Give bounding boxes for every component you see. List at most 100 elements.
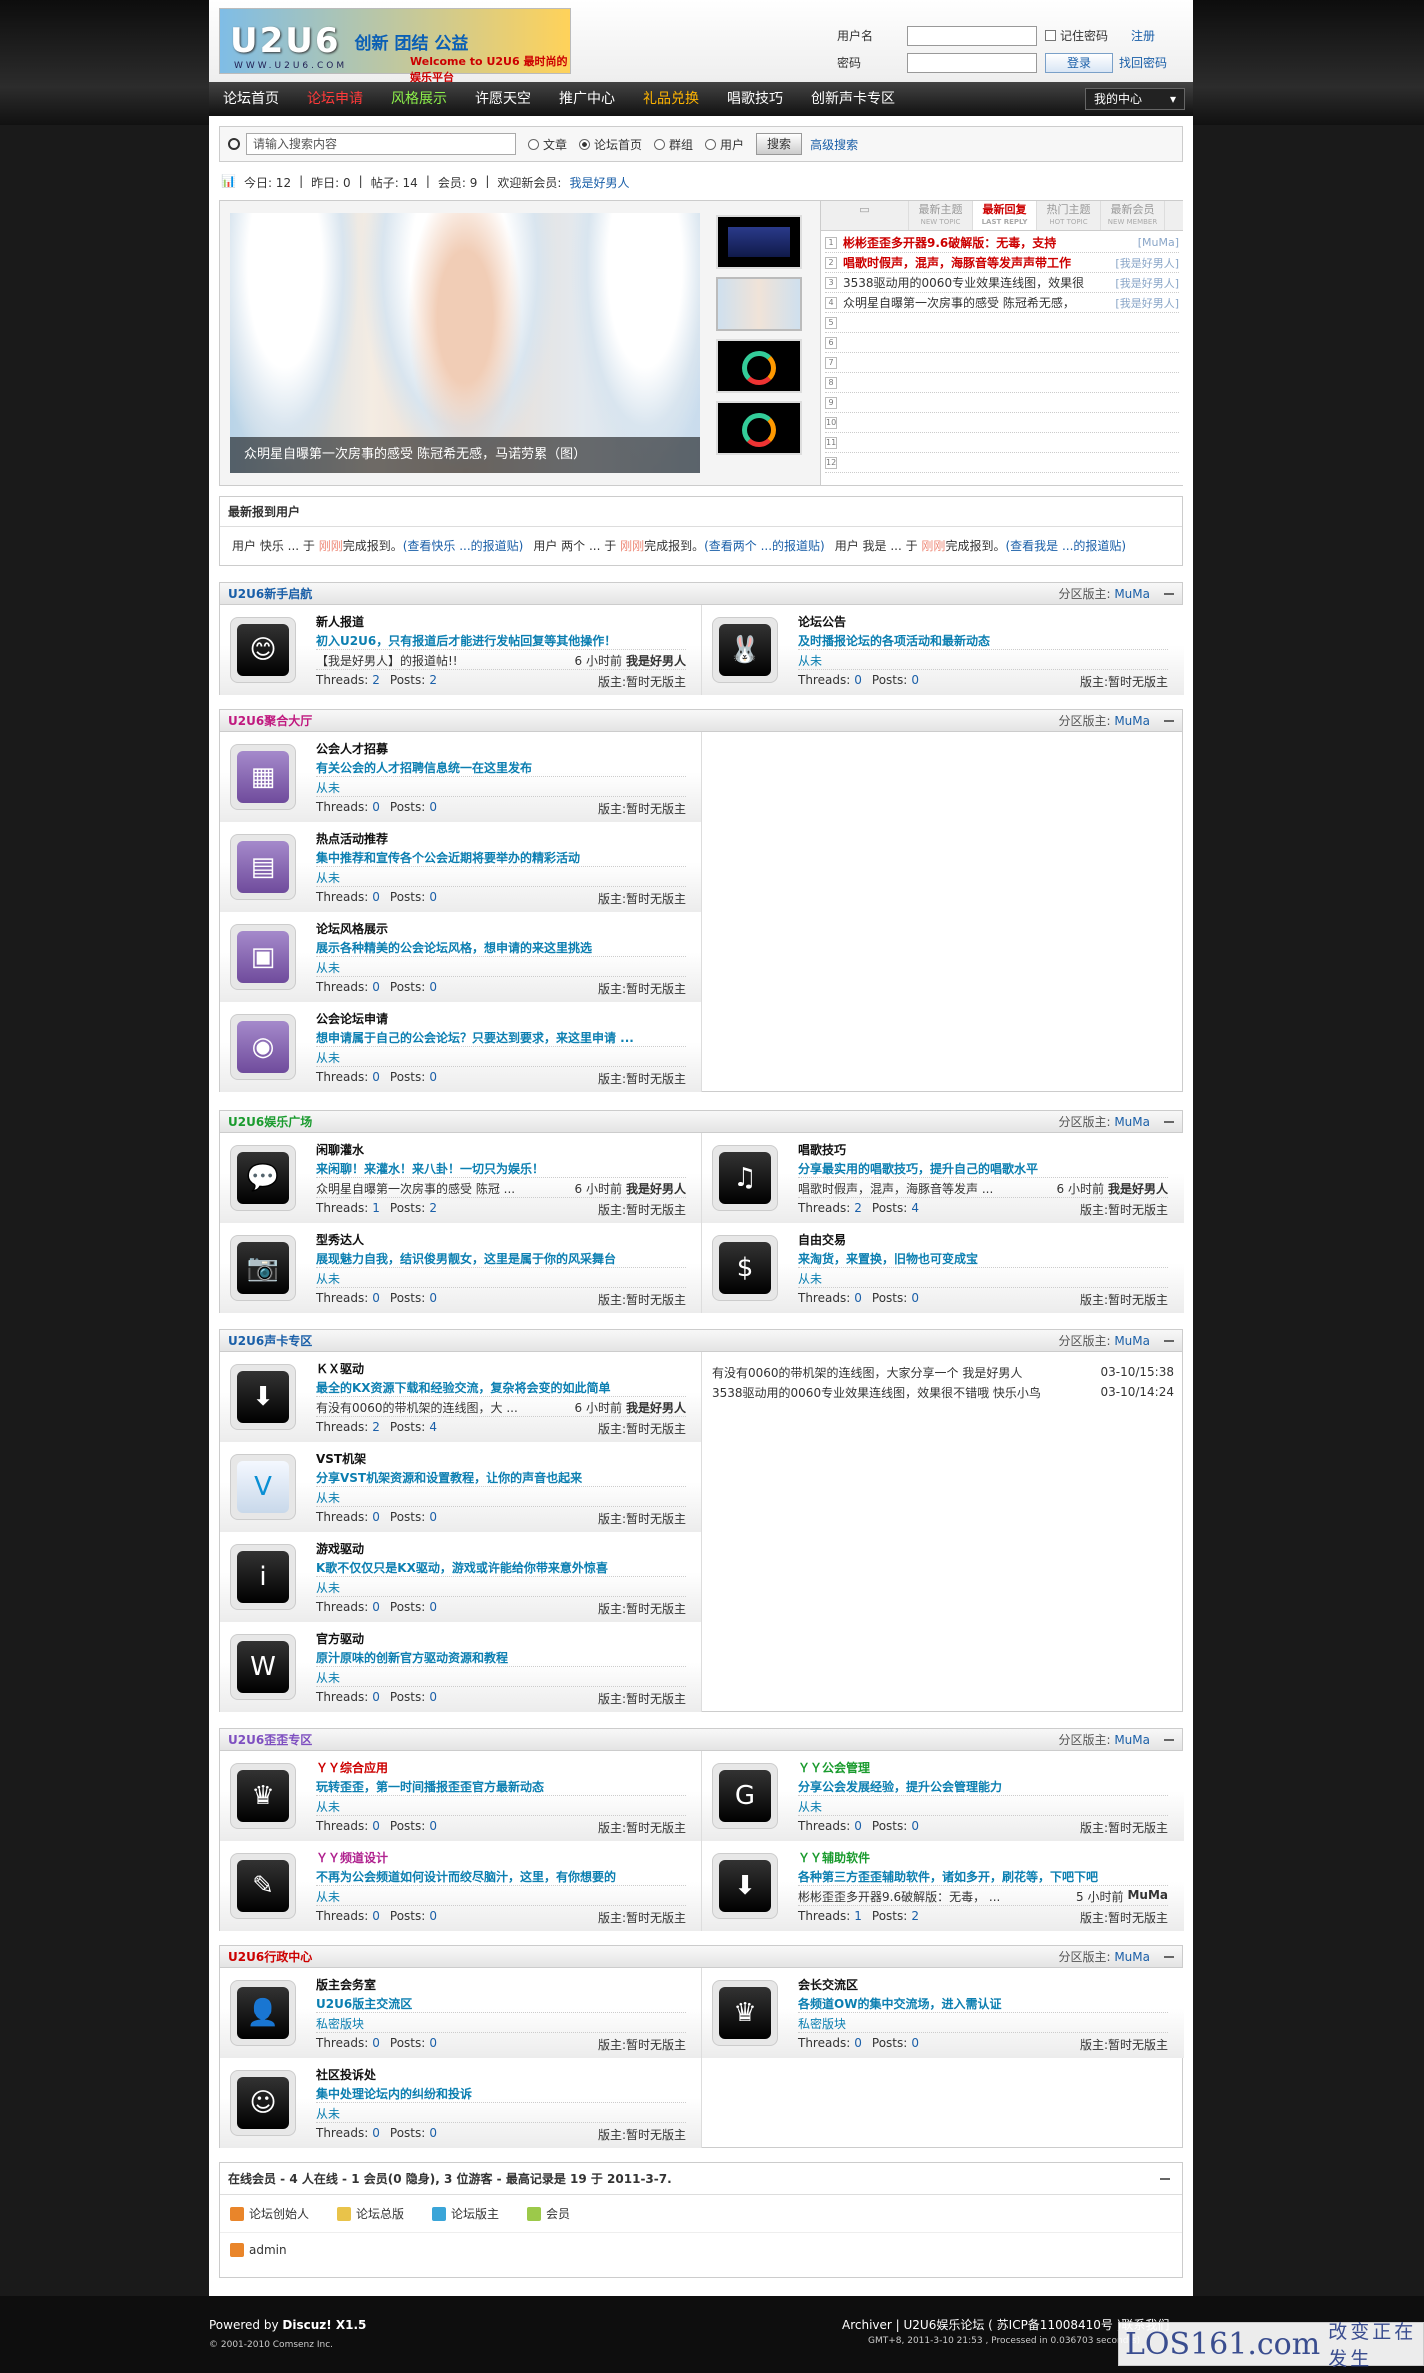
nav-item-forum-apply[interactable]: 论坛申请	[293, 82, 377, 116]
forum-icon[interactable]: W	[230, 1634, 296, 1700]
group-title[interactable]: U2U6歪歪专区	[228, 1731, 312, 1748]
latest-post-row[interactable]: 3538驱动用的0060专业效果连线图，效果很不错哦 快乐小鸟 03-10/14:…	[712, 1382, 1174, 1402]
slideshow-caption[interactable]: 众明星自曝第一次房事的感受 陈冠希无感，马诺劳累（图）	[230, 437, 700, 473]
hot-item[interactable]: 1 彬彬歪歪多开器9.6破解版：无毒，支持 [MuMa]	[825, 233, 1179, 253]
nav-item-promotion[interactable]: 推广中心	[545, 82, 629, 116]
hot-item-title[interactable]: 众明星自曝第一次房事的感受 陈冠希无感，	[843, 294, 1115, 311]
collapse-icon[interactable]	[1164, 1339, 1174, 1342]
forum-icon[interactable]: V	[230, 1454, 296, 1520]
forum-icon[interactable]: ♫	[712, 1145, 778, 1211]
forum-icon[interactable]: G	[712, 1763, 778, 1829]
latest-post-title[interactable]: 3538驱动用的0060专业效果连线图，效果很不错哦 快乐小鸟	[712, 1384, 1091, 1401]
my-center-dropdown[interactable]: 我的中心 ▾	[1085, 88, 1185, 110]
forum-icon[interactable]: 🐰	[712, 617, 778, 683]
collapse-icon[interactable]	[1164, 1738, 1174, 1741]
last-post-title[interactable]: 有没有0060的带机架的连线图，大 ...	[316, 1399, 569, 1416]
hot-item[interactable]: 3 3538驱动用的0060专业效果连线图，效果很 [我是好男人]	[825, 273, 1179, 293]
forum-icon[interactable]: 👤	[230, 1980, 296, 2046]
hot-item[interactable]: 4 众明星自曝第一次房事的感受 陈冠希无感， [我是好男人]	[825, 293, 1179, 313]
forum-name[interactable]: VST机架	[316, 1450, 366, 1467]
hot-item[interactable]: 12	[825, 453, 1179, 473]
collapse-icon[interactable]	[1164, 592, 1174, 595]
forum-icon[interactable]: $	[712, 1235, 778, 1301]
forum-name[interactable]: 论坛公告	[798, 613, 846, 630]
last-post-author[interactable]: 我是好男人	[626, 652, 686, 669]
latest-post-title[interactable]: 有没有0060的带机架的连线图，大家分享一个 我是好男人	[712, 1364, 1091, 1381]
forum-name[interactable]: 热点活动推荐	[316, 830, 388, 847]
forum-icon[interactable]: 😊	[230, 617, 296, 683]
nav-item-home[interactable]: 论坛首页	[209, 82, 293, 116]
forum-name[interactable]: 自由交易	[798, 1231, 846, 1248]
hot-item-title[interactable]: 彬彬歪歪多开器9.6破解版：无毒，支持	[843, 234, 1138, 251]
forum-name[interactable]: 型秀达人	[316, 1231, 364, 1248]
forum-icon[interactable]: i	[230, 1544, 296, 1610]
search-input[interactable]: 请输入搜索内容	[246, 133, 516, 155]
forum-name[interactable]: 版主会务室	[316, 1976, 376, 1993]
tab-last-reply[interactable]: 最新回复 LAST REPLY	[973, 201, 1037, 230]
slideshow-thumb-4[interactable]	[716, 401, 802, 455]
last-post-author[interactable]: MuMa	[1127, 1888, 1168, 1905]
forum-icon[interactable]: ☺	[230, 2070, 296, 2136]
report-post-link[interactable]: (查看我是 ...的报道贴)	[1005, 539, 1126, 553]
moderator-link[interactable]: MuMa	[1114, 714, 1150, 728]
nav-item-gifts[interactable]: 礼品兑换	[629, 82, 713, 116]
forum-name[interactable]: ＹＹ辅助软件	[798, 1849, 870, 1866]
group-title[interactable]: U2U6聚合大厅	[228, 712, 312, 729]
collapse-icon[interactable]	[1164, 1955, 1174, 1958]
forum-icon[interactable]: ♛	[230, 1763, 296, 1829]
moderator-link[interactable]: MuMa	[1114, 1115, 1150, 1129]
hot-item[interactable]: 9	[825, 393, 1179, 413]
group-title[interactable]: U2U6行政中心	[228, 1948, 312, 1965]
group-title[interactable]: U2U6娱乐广场	[228, 1113, 312, 1130]
search-option-article[interactable]: 文章	[528, 136, 567, 153]
search-option-group[interactable]: 群组	[654, 136, 693, 153]
hot-item[interactable]: 2 唱歌时假声，混声，海豚音等发声声带工作 [我是好男人]	[825, 253, 1179, 273]
forum-name[interactable]: 论坛风格展示	[316, 920, 388, 937]
login-button[interactable]: 登录	[1045, 52, 1113, 73]
site-logo[interactable]: U2U6 创新 团结 公益 Welcome to U2U6 最时尚的娱乐平台 W…	[219, 8, 571, 84]
group-title[interactable]: U2U6声卡专区	[228, 1332, 312, 1349]
password-input[interactable]	[907, 52, 1037, 73]
forum-name[interactable]: ＹＹ综合应用	[316, 1759, 388, 1776]
forum-name[interactable]: 唱歌技巧	[798, 1141, 846, 1158]
username-input[interactable]	[907, 25, 1037, 46]
last-post-title[interactable]: 彬彬歪歪多开器9.6破解版：无毒， ...	[798, 1888, 1070, 1905]
nav-item-wishes[interactable]: 许愿天空	[461, 82, 545, 116]
report-post-link[interactable]: (查看快乐 ...的报道贴)	[403, 539, 524, 553]
discuz-link[interactable]: Discuz! X1.5	[282, 2318, 366, 2332]
online-user[interactable]: admin	[220, 2233, 1182, 2267]
newest-member-link[interactable]: 我是好男人	[569, 174, 629, 191]
hot-item[interactable]: 11	[825, 433, 1179, 453]
nav-item-styles[interactable]: 风格展示	[377, 82, 461, 116]
tab-new-topic[interactable]: 最新主题 NEW TOPIC	[909, 201, 973, 230]
moderator-link[interactable]: MuMa	[1114, 1334, 1150, 1348]
forum-name[interactable]: 公会论坛申请	[316, 1010, 388, 1027]
last-post-title[interactable]: 【我是好男人】的报道帖!!	[316, 652, 569, 669]
moderator-link[interactable]: MuMa	[1114, 1733, 1150, 1747]
group-title[interactable]: U2U6新手启航	[228, 585, 312, 602]
moderator-link[interactable]: MuMa	[1114, 587, 1150, 601]
search-option-user[interactable]: 用户	[705, 136, 744, 153]
hot-item-title[interactable]: 3538驱动用的0060专业效果连线图，效果很	[843, 274, 1115, 291]
forum-icon[interactable]: 📷	[230, 1235, 296, 1301]
latest-post-row[interactable]: 有没有0060的带机架的连线图，大家分享一个 我是好男人 03-10/15:38	[712, 1362, 1174, 1382]
nav-item-soundcard[interactable]: 创新声卡专区	[797, 82, 909, 116]
search-button[interactable]: 搜索	[756, 133, 803, 155]
last-post-author[interactable]: 我是好男人	[626, 1399, 686, 1416]
online-user-name[interactable]: admin	[249, 2243, 287, 2257]
nav-item-singing[interactable]: 唱歌技巧	[713, 82, 797, 116]
hot-item-title[interactable]: 唱歌时假声，混声，海豚音等发声声带工作	[843, 254, 1115, 271]
forum-icon[interactable]: ▣	[230, 924, 296, 990]
hot-item[interactable]: 5	[825, 313, 1179, 333]
last-post-title[interactable]: 唱歌时假声，混声，海豚音等发声 ...	[798, 1180, 1051, 1197]
forum-icon[interactable]: ⬇	[712, 1853, 778, 1919]
last-post-author[interactable]: 我是好男人	[1108, 1180, 1168, 1197]
search-option-forum[interactable]: 论坛首页	[579, 136, 642, 153]
register-link[interactable]: 注册	[1131, 27, 1155, 44]
hot-item-author[interactable]: [我是好男人]	[1115, 255, 1179, 271]
collapse-icon[interactable]	[1164, 719, 1174, 722]
hot-item-author[interactable]: [我是好男人]	[1115, 295, 1179, 311]
report-post-link[interactable]: (查看两个 ...的报道贴)	[704, 539, 825, 553]
forum-icon[interactable]: ♛	[712, 1980, 778, 2046]
forum-name[interactable]: ＹＹ频道设计	[316, 1849, 388, 1866]
